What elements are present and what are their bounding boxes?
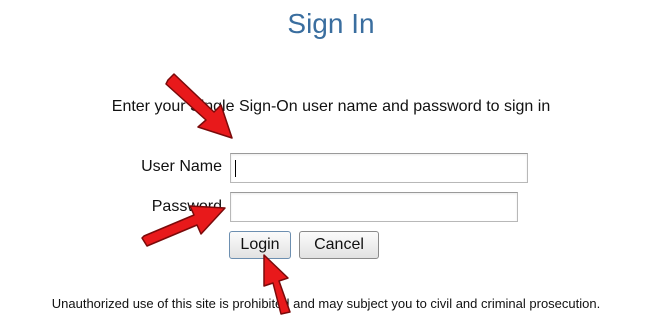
password-field[interactable]	[230, 192, 518, 222]
page-title: Sign In	[287, 8, 375, 39]
login-button[interactable]: Login	[229, 231, 291, 259]
password-label: Password	[151, 198, 222, 215]
username-field[interactable]	[230, 153, 528, 183]
text-cursor	[235, 160, 236, 177]
sign-in-instruction: Enter your Single Sign-On user name and …	[111, 98, 551, 115]
username-label: User Name	[141, 158, 222, 175]
legal-notice: Unauthorized use of this site is prohibi…	[51, 296, 601, 311]
cancel-button[interactable]: Cancel	[299, 231, 379, 259]
